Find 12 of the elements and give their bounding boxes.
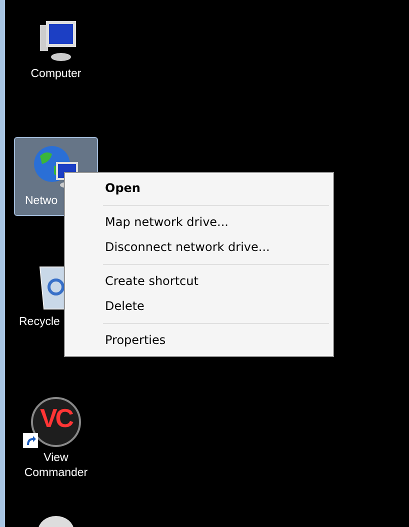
desktop-icon[interactable]: Computer — [14, 12, 98, 100]
menu-item[interactable]: Delete — [67, 294, 331, 319]
icon-label: Netwo — [24, 194, 58, 209]
desktop-icon[interactable]: VC View Commander — [14, 390, 98, 490]
menu-item[interactable]: Properties — [67, 328, 331, 353]
icon-label: View Commander — [23, 451, 89, 481]
round-icon — [36, 515, 76, 527]
icon-label: Recycle — [18, 315, 60, 330]
logo-text: VC — [38, 403, 74, 434]
menu-item[interactable]: Disconnect network drive... — [67, 235, 331, 260]
icon-label: Computer — [30, 67, 82, 82]
menu-item[interactable]: Create shortcut — [67, 269, 331, 294]
